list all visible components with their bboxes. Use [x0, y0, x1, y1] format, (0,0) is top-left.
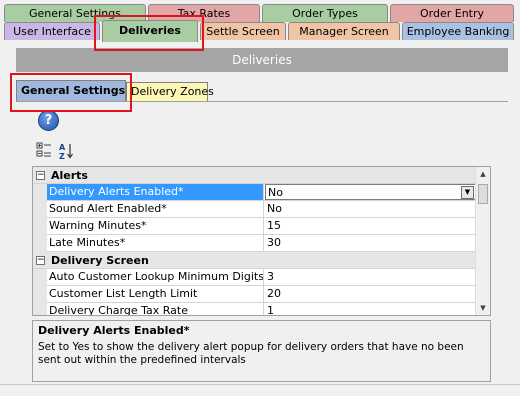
categorized-view-icon[interactable] [36, 142, 54, 160]
property-grid[interactable]: − Alerts Delivery Alerts Enabled* No ▼ S… [32, 166, 491, 316]
description-panel: Delivery Alerts Enabled* Set to Yes to s… [32, 320, 491, 382]
property-name[interactable]: Warning Minutes* [47, 218, 264, 234]
property-value: No [268, 186, 283, 199]
category-name: Alerts [51, 169, 88, 182]
tab-employee-banking[interactable]: Employee Banking [402, 22, 514, 40]
property-row-auto-customer-lookup[interactable]: Auto Customer Lookup Minimum Digits 3 [33, 269, 476, 286]
scroll-down-arrow-icon[interactable]: ▼ [476, 301, 490, 315]
property-name[interactable]: Delivery Charge Tax Rate [47, 303, 264, 315]
status-strip [0, 384, 520, 396]
property-row-sound-alert-enabled[interactable]: Sound Alert Enabled* No [33, 201, 476, 218]
property-row-customer-list-length[interactable]: Customer List Length Limit 20 [33, 286, 476, 303]
svg-text:Z: Z [59, 152, 65, 160]
tab-manager-screen[interactable]: Manager Screen [288, 22, 400, 40]
property-name[interactable]: Customer List Length Limit [47, 286, 264, 302]
scroll-thumb[interactable] [478, 184, 488, 204]
property-value[interactable]: No [265, 201, 476, 217]
property-name[interactable]: Delivery Alerts Enabled* [47, 184, 264, 200]
help-icon[interactable]: ? [38, 110, 59, 131]
property-row-warning-minutes[interactable]: Warning Minutes* 15 [33, 218, 476, 235]
category-delivery-screen[interactable]: − Delivery Screen [33, 252, 476, 269]
subtab-delivery-zones[interactable]: Delivery Zones [126, 82, 214, 102]
category-alerts[interactable]: − Alerts [33, 167, 476, 184]
category-name: Delivery Screen [51, 254, 149, 267]
vertical-scrollbar[interactable]: ▲ ▼ [475, 167, 490, 315]
panel-title: Deliveries [16, 48, 508, 72]
collapse-icon[interactable]: − [36, 256, 45, 265]
property-name[interactable]: Sound Alert Enabled* [47, 201, 264, 217]
property-value[interactable]: 3 [265, 269, 476, 285]
property-grid-rows: − Alerts Delivery Alerts Enabled* No ▼ S… [33, 167, 476, 315]
property-name[interactable]: Late Minutes* [47, 235, 264, 251]
tab-user-interface[interactable]: User Interface [4, 22, 100, 40]
property-row-late-minutes[interactable]: Late Minutes* 30 [33, 235, 476, 252]
tab-deliveries[interactable]: Deliveries [102, 20, 198, 42]
row-gutter [33, 184, 47, 201]
dropdown-arrow-icon[interactable]: ▼ [461, 186, 474, 199]
subtab-divider [16, 101, 508, 102]
property-row-delivery-alerts-enabled[interactable]: Delivery Alerts Enabled* No ▼ [33, 184, 476, 201]
row-gutter [33, 218, 47, 235]
property-name[interactable]: Auto Customer Lookup Minimum Digits [47, 269, 264, 285]
tab-order-entry[interactable]: Order Entry [390, 4, 514, 22]
alphabetical-sort-icon[interactable]: A Z [58, 142, 76, 161]
description-text: Set to Yes to show the delivery alert po… [38, 341, 464, 366]
collapse-icon[interactable]: − [36, 171, 45, 180]
property-value[interactable]: 15 [265, 218, 476, 234]
top-tab-row-2: User Interface Deliveries Settle Screen … [0, 20, 520, 42]
subtab-general-settings[interactable]: General Settings [16, 80, 126, 102]
row-gutter [33, 201, 47, 218]
property-value-dropdown[interactable]: No ▼ [265, 184, 476, 200]
description-title: Delivery Alerts Enabled* [38, 324, 190, 337]
tab-order-types[interactable]: Order Types [262, 4, 388, 22]
tab-settle-screen[interactable]: Settle Screen [200, 22, 286, 40]
property-row-delivery-charge-tax-rate[interactable]: Delivery Charge Tax Rate 1 [33, 303, 476, 315]
scroll-up-arrow-icon[interactable]: ▲ [476, 167, 490, 181]
row-gutter [33, 269, 47, 286]
top-tab-row-1: General Settings Tax Rates Order Types O… [0, 4, 520, 22]
row-gutter [33, 235, 47, 252]
property-value[interactable]: 30 [265, 235, 476, 251]
svg-text:A: A [59, 143, 66, 152]
property-value[interactable]: 20 [265, 286, 476, 302]
property-value[interactable]: 1 [265, 303, 476, 315]
row-gutter [33, 286, 47, 303]
row-gutter [33, 303, 47, 315]
